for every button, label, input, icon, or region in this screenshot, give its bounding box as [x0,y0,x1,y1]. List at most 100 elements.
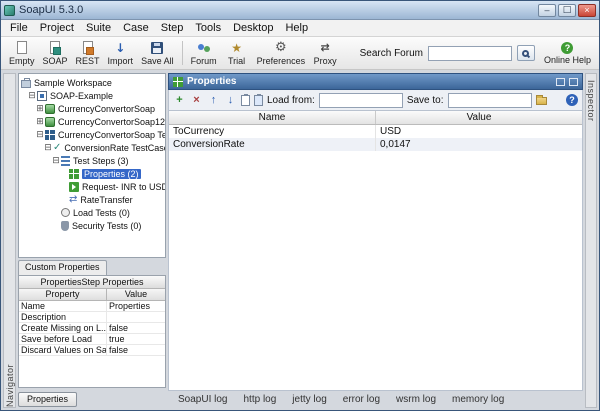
tree-item-sample-workspace[interactable]: Sample Workspace [19,76,165,89]
properties-table-header: Name Value [169,111,582,125]
empty-page-icon [17,41,27,54]
save-all-button[interactable]: Save All [137,40,178,67]
collapse-icon[interactable]: ⊟ [35,130,45,140]
menu-suite[interactable]: Suite [80,21,117,35]
properties-toggle-button[interactable]: Properties [18,392,77,407]
rest-project-button[interactable]: REST [72,40,104,67]
main-toolbar: Empty SOAP REST ↓ Import Save All Forum … [1,37,599,70]
workspace-icon [21,80,31,88]
collapse-icon[interactable]: ⊟ [27,91,37,101]
custom-properties-header: Property Value [19,289,165,301]
move-up-button[interactable]: ↑ [207,93,220,107]
menu-help[interactable]: Help [279,21,314,35]
tree-item-test-steps[interactable]: ⊟ Test Steps (3) [19,154,165,167]
tree-item-load-tests[interactable]: Load Tests (0) [19,206,165,219]
search-forum-input[interactable] [428,46,512,61]
soap-project-button[interactable]: SOAP [39,40,72,67]
online-help-icon: ? [561,42,573,54]
menubar: File Project Suite Case Step Tools Deskt… [1,20,599,37]
tree-item-security-tests[interactable]: Security Tests (0) [19,219,165,232]
collapse-icon[interactable]: ⊟ [43,143,53,153]
menu-tools[interactable]: Tools [189,21,227,35]
float-panel-icon[interactable] [556,78,565,86]
magnifier-icon [522,50,529,57]
remove-property-button[interactable]: × [190,93,203,107]
properties-step-icon [173,77,183,87]
project-tree: Sample Workspace ⊟ SOAP-Example ⊞ Curren… [18,73,166,258]
tab-error-log[interactable]: error log [343,394,380,405]
tab-wsrm-log[interactable]: wsrm log [396,394,436,405]
paste-properties-icon[interactable] [254,95,263,106]
menu-desktop[interactable]: Desktop [227,21,279,35]
tree-item-currencyconvertorsoap12[interactable]: ⊞ CurrencyConvertorSoap12 [19,115,165,128]
table-row[interactable]: Description [19,312,165,323]
proxy-button[interactable]: ⇄ Proxy [309,40,341,67]
navigator-panel: Sample Workspace ⊟ SOAP-Example ⊞ Curren… [18,73,166,408]
tab-http-log[interactable]: http log [243,394,276,405]
save-to-input[interactable] [448,93,532,108]
menu-project[interactable]: Project [34,21,80,35]
expand-icon[interactable]: ⊞ [35,104,45,114]
tree-item-soap-example[interactable]: ⊟ SOAP-Example [19,89,165,102]
trial-button[interactable]: ★ Trial [221,40,253,67]
log-tabs: SoapUI log http log jetty log error log … [168,391,583,408]
table-row[interactable]: Discard Values on Sa... false [19,345,165,356]
online-help-button[interactable]: ? Online Help [540,41,595,66]
workspace: Navigator Sample Workspace ⊟ SOAP-Exampl… [1,70,599,410]
inspector-strip-label: Inspector [586,80,596,407]
close-icon[interactable]: × [578,4,596,17]
inspector-strip[interactable]: Inspector [585,73,597,408]
testsuite-icon [45,130,55,140]
menu-file[interactable]: File [4,21,34,35]
testcase-icon: ✓ [53,143,61,153]
forum-button[interactable]: Forum [187,40,221,67]
table-row[interactable]: Create Missing on L... false [19,323,165,334]
tab-custom-properties[interactable]: Custom Properties [18,260,107,275]
table-row[interactable]: ConversionRate 0,0147 [169,138,582,151]
search-forum-button[interactable] [517,45,535,61]
expand-icon[interactable]: ⊞ [35,117,45,127]
browse-folder-icon[interactable] [536,97,547,105]
tree-item-testsuite[interactable]: ⊟ CurrencyConvertorSoap TestSuite [19,128,165,141]
move-down-button[interactable]: ↓ [224,93,237,107]
properties-panel-header[interactable]: Properties [168,73,583,90]
search-forum-label: Search Forum [360,48,423,59]
save-to-label: Save to: [407,95,444,106]
properties-step-panel: Properties + × ↑ ↓ Load from: Save to: ? [168,73,583,408]
load-from-label: Load from: [267,95,315,106]
collapse-icon[interactable]: ⊟ [51,156,61,166]
tree-item-properties-step[interactable]: Properties (2) [19,167,165,180]
add-property-button[interactable]: + [173,93,186,107]
trial-icon: ★ [231,41,242,55]
empty-project-button[interactable]: Empty [5,40,39,67]
copy-properties-icon[interactable] [241,95,250,106]
teststeps-icon [61,156,70,166]
table-row[interactable]: ToCurrency USD [169,125,582,138]
import-icon: ↓ [115,41,125,55]
tree-item-currencyconvertorsoap[interactable]: ⊞ CurrencyConvertorSoap [19,102,165,115]
import-button[interactable]: ↓ Import [104,40,138,67]
table-row[interactable]: Name Properties [19,301,165,312]
request-icon [69,182,79,192]
preferences-button[interactable]: ⚙ Preferences [253,40,310,67]
tree-item-request-inr-to-usd[interactable]: Request- INR to USD [19,180,165,193]
help-icon[interactable]: ? [566,94,578,106]
maximize-panel-icon[interactable] [569,78,578,86]
tab-jetty-log[interactable]: jetty log [292,394,326,405]
load-from-input[interactable] [319,93,403,108]
tab-soapui-log[interactable]: SoapUI log [178,394,227,405]
properties-toolbar: + × ↑ ↓ Load from: Save to: ? [168,90,583,111]
menu-case[interactable]: Case [117,21,155,35]
tree-item-ratetransfer[interactable]: ⇄ RateTransfer [19,193,165,206]
tree-item-testcase[interactable]: ⊟ ✓ ConversionRate TestCase [19,141,165,154]
transfer-icon: ⇄ [69,195,77,205]
navigator-strip[interactable]: Navigator [3,73,16,408]
minimize-icon[interactable]: – [538,4,556,17]
table-row[interactable]: Save before Load true [19,334,165,345]
menu-step[interactable]: Step [155,21,190,35]
titlebar[interactable]: SoapUI 5.3.0 – □ × [1,1,599,20]
interface-icon [45,117,55,127]
maximize-icon[interactable]: □ [558,4,576,17]
custom-properties-title: PropertiesStep Properties [19,276,165,289]
tab-memory-log[interactable]: memory log [452,394,504,405]
